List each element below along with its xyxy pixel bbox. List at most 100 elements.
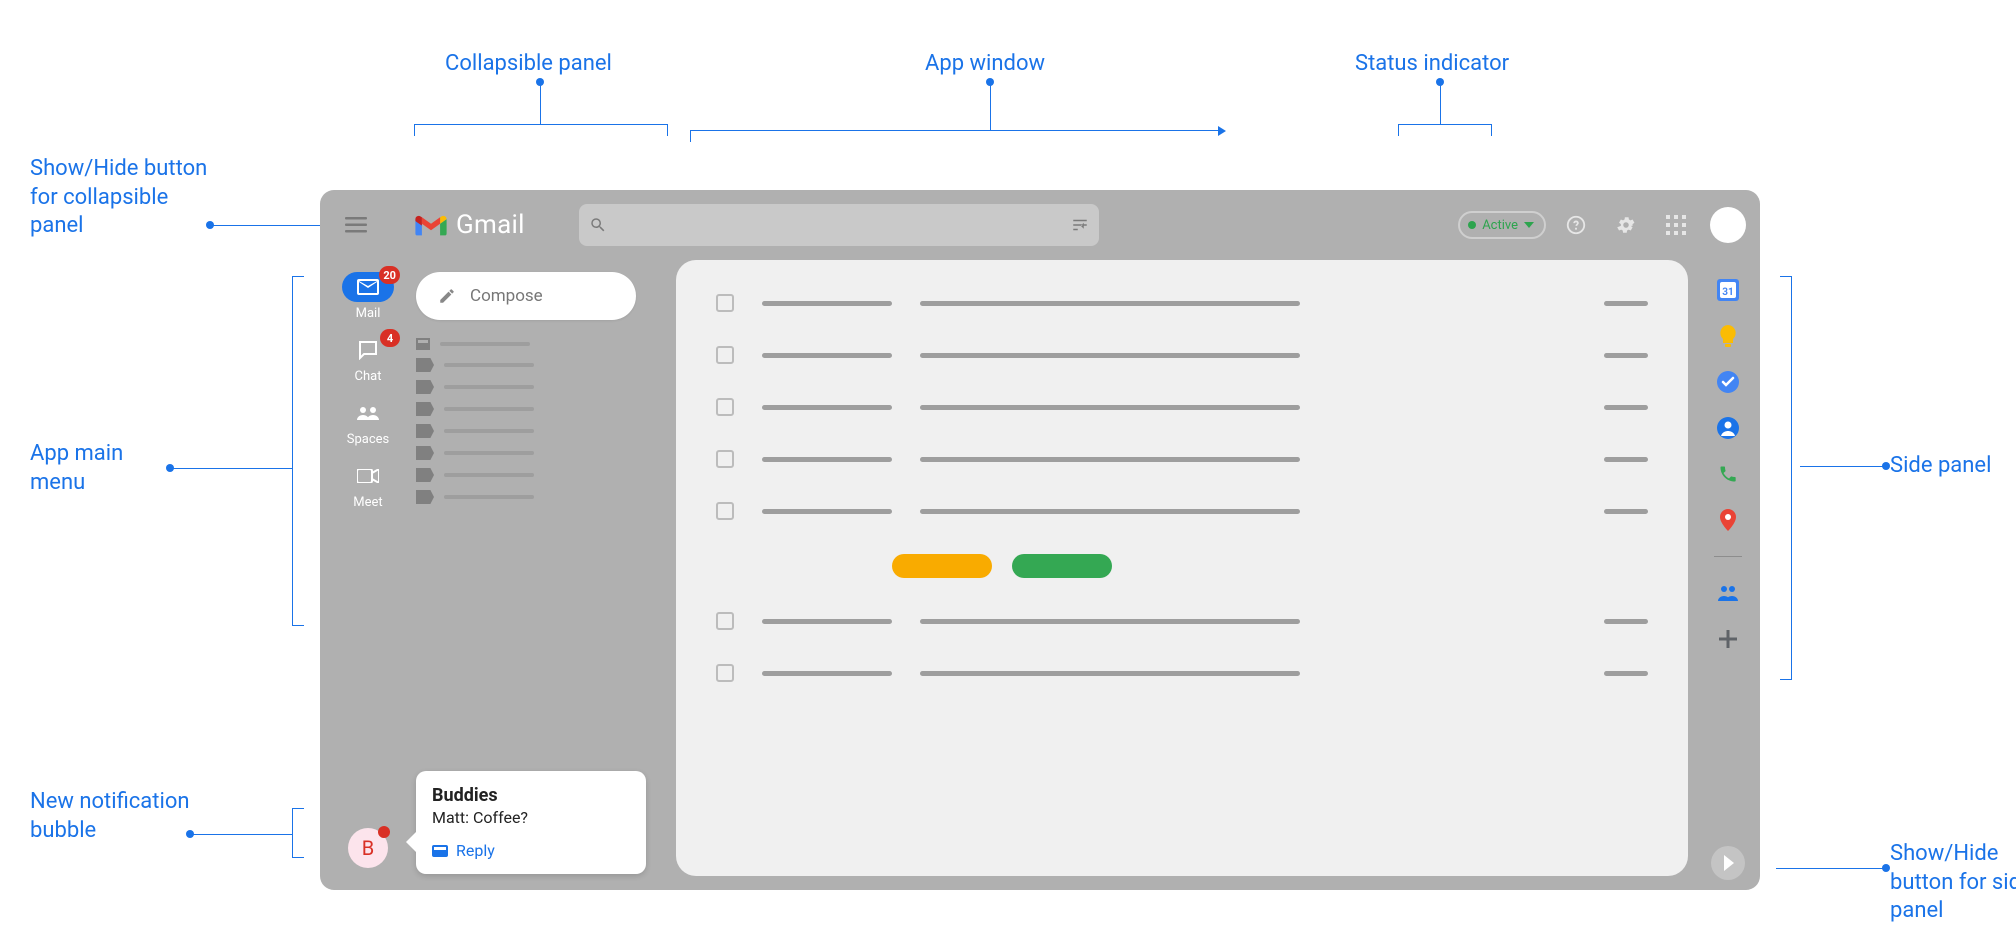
mail-icon — [357, 279, 379, 295]
anno-hamburger: Show/Hide button for collapsible panel — [30, 155, 210, 241]
gmail-m-icon — [414, 212, 448, 238]
mail-row[interactable] — [716, 450, 1648, 468]
mail-badge: 20 — [379, 266, 400, 284]
search-bar[interactable] — [579, 204, 1099, 246]
search-icon — [589, 216, 607, 234]
bubble-dot-icon — [378, 826, 390, 838]
spaces-icon — [357, 406, 379, 420]
keep-app-icon[interactable] — [1716, 324, 1740, 348]
rail-label: Spaces — [347, 432, 390, 447]
popup-reply-button[interactable]: Reply — [432, 841, 630, 860]
chevron-right-icon — [1722, 855, 1734, 871]
app-window-main — [676, 260, 1688, 876]
app-main-menu-rail: 20 Mail 4 Chat Spaces — [320, 260, 416, 890]
active-dot-icon — [1468, 221, 1476, 229]
folder-inbox[interactable] — [416, 338, 668, 350]
mail-chips — [892, 554, 1648, 578]
side-panel-toggle[interactable] — [1711, 846, 1745, 880]
account-avatar[interactable] — [1710, 207, 1746, 243]
label-icon — [416, 424, 434, 438]
collapsible-panel: Compose Buddies Matt: Coffee? Reply — [416, 260, 676, 890]
checkbox[interactable] — [716, 398, 734, 416]
rail-label: Mail — [356, 306, 381, 321]
mail-row[interactable] — [716, 664, 1648, 682]
side-divider — [1714, 556, 1742, 557]
compose-label: Compose — [470, 286, 543, 306]
hamburger-button[interactable] — [334, 203, 378, 247]
status-chip[interactable]: Active — [1458, 211, 1546, 239]
popup-message: Matt: Coffee? — [432, 808, 630, 827]
mail-row[interactable] — [716, 346, 1648, 364]
contacts-app-icon[interactable] — [1716, 416, 1740, 440]
mail-row[interactable] — [716, 612, 1648, 630]
anno-side-panel: Side panel — [1890, 452, 1991, 481]
checkbox[interactable] — [716, 346, 734, 364]
product-name: Gmail — [456, 210, 525, 240]
mail-row[interactable] — [716, 294, 1648, 312]
folder-label[interactable] — [416, 358, 668, 372]
label-icon — [416, 468, 434, 482]
chip-yellow — [892, 554, 992, 578]
bubble-letter: B — [362, 836, 374, 860]
rail-item-meet[interactable]: Meet — [332, 461, 404, 520]
apps-button[interactable] — [1656, 205, 1696, 245]
checkbox[interactable] — [716, 664, 734, 682]
rail-item-chat[interactable]: 4 Chat — [332, 335, 404, 394]
help-icon — [1565, 214, 1587, 236]
label-icon — [416, 402, 434, 416]
label-icon — [416, 446, 434, 460]
checkbox[interactable] — [716, 612, 734, 630]
label-icon — [416, 380, 434, 394]
gear-icon — [1615, 214, 1637, 236]
anno-collapsible: Collapsible panel — [445, 50, 612, 79]
svg-text:31: 31 — [1722, 287, 1733, 298]
gmail-app-frame: Gmail Active 20 — [320, 190, 1760, 890]
help-button[interactable] — [1556, 205, 1596, 245]
rail-label: Chat — [355, 369, 382, 384]
mail-row[interactable] — [716, 398, 1648, 416]
folder-label[interactable] — [416, 402, 668, 416]
rail-label: Meet — [353, 495, 382, 510]
settings-button[interactable] — [1606, 205, 1646, 245]
inbox-icon — [416, 338, 430, 350]
checkbox[interactable] — [716, 294, 734, 312]
app-header: Gmail Active — [320, 190, 1760, 260]
folder-label[interactable] — [416, 380, 668, 394]
mail-row[interactable] — [716, 502, 1648, 520]
add-app-icon[interactable] — [1716, 627, 1740, 651]
rail-item-mail[interactable]: 20 Mail — [332, 272, 404, 331]
label-icon — [416, 358, 434, 372]
checkbox[interactable] — [716, 450, 734, 468]
chat-notification-popup: Buddies Matt: Coffee? Reply — [416, 771, 646, 874]
rail-item-spaces[interactable]: Spaces — [332, 398, 404, 457]
notification-bubble-avatar[interactable]: B — [348, 828, 388, 868]
reply-icon — [432, 845, 448, 857]
groups-app-icon[interactable] — [1716, 581, 1740, 605]
tune-icon[interactable] — [1071, 216, 1089, 234]
voice-app-icon[interactable] — [1716, 462, 1740, 486]
chat-badge: 4 — [380, 329, 400, 347]
anno-notif: New notification bubble — [30, 788, 190, 845]
tasks-app-icon[interactable] — [1716, 370, 1740, 394]
maps-app-icon[interactable] — [1716, 508, 1740, 532]
reply-label: Reply — [456, 841, 495, 860]
folder-label[interactable] — [416, 446, 668, 460]
anno-main-menu: App main menu — [30, 440, 170, 497]
chat-icon — [358, 340, 378, 360]
anno-status: Status indicator — [1355, 50, 1509, 79]
side-panel: 31 — [1696, 260, 1760, 890]
popup-title: Buddies — [432, 785, 630, 806]
anno-app-window: App window — [925, 50, 1045, 79]
checkbox[interactable] — [716, 502, 734, 520]
folder-label[interactable] — [416, 490, 668, 504]
folder-label[interactable] — [416, 468, 668, 482]
status-label: Active — [1482, 218, 1518, 233]
chevron-down-icon — [1524, 222, 1534, 228]
calendar-app-icon[interactable]: 31 — [1716, 278, 1740, 302]
pencil-icon — [438, 287, 456, 305]
compose-button[interactable]: Compose — [416, 272, 636, 320]
anno-side-toggle: Show/Hide button for side panel — [1890, 840, 2016, 926]
folder-label[interactable] — [416, 424, 668, 438]
menu-icon — [345, 217, 367, 233]
label-icon — [416, 490, 434, 504]
